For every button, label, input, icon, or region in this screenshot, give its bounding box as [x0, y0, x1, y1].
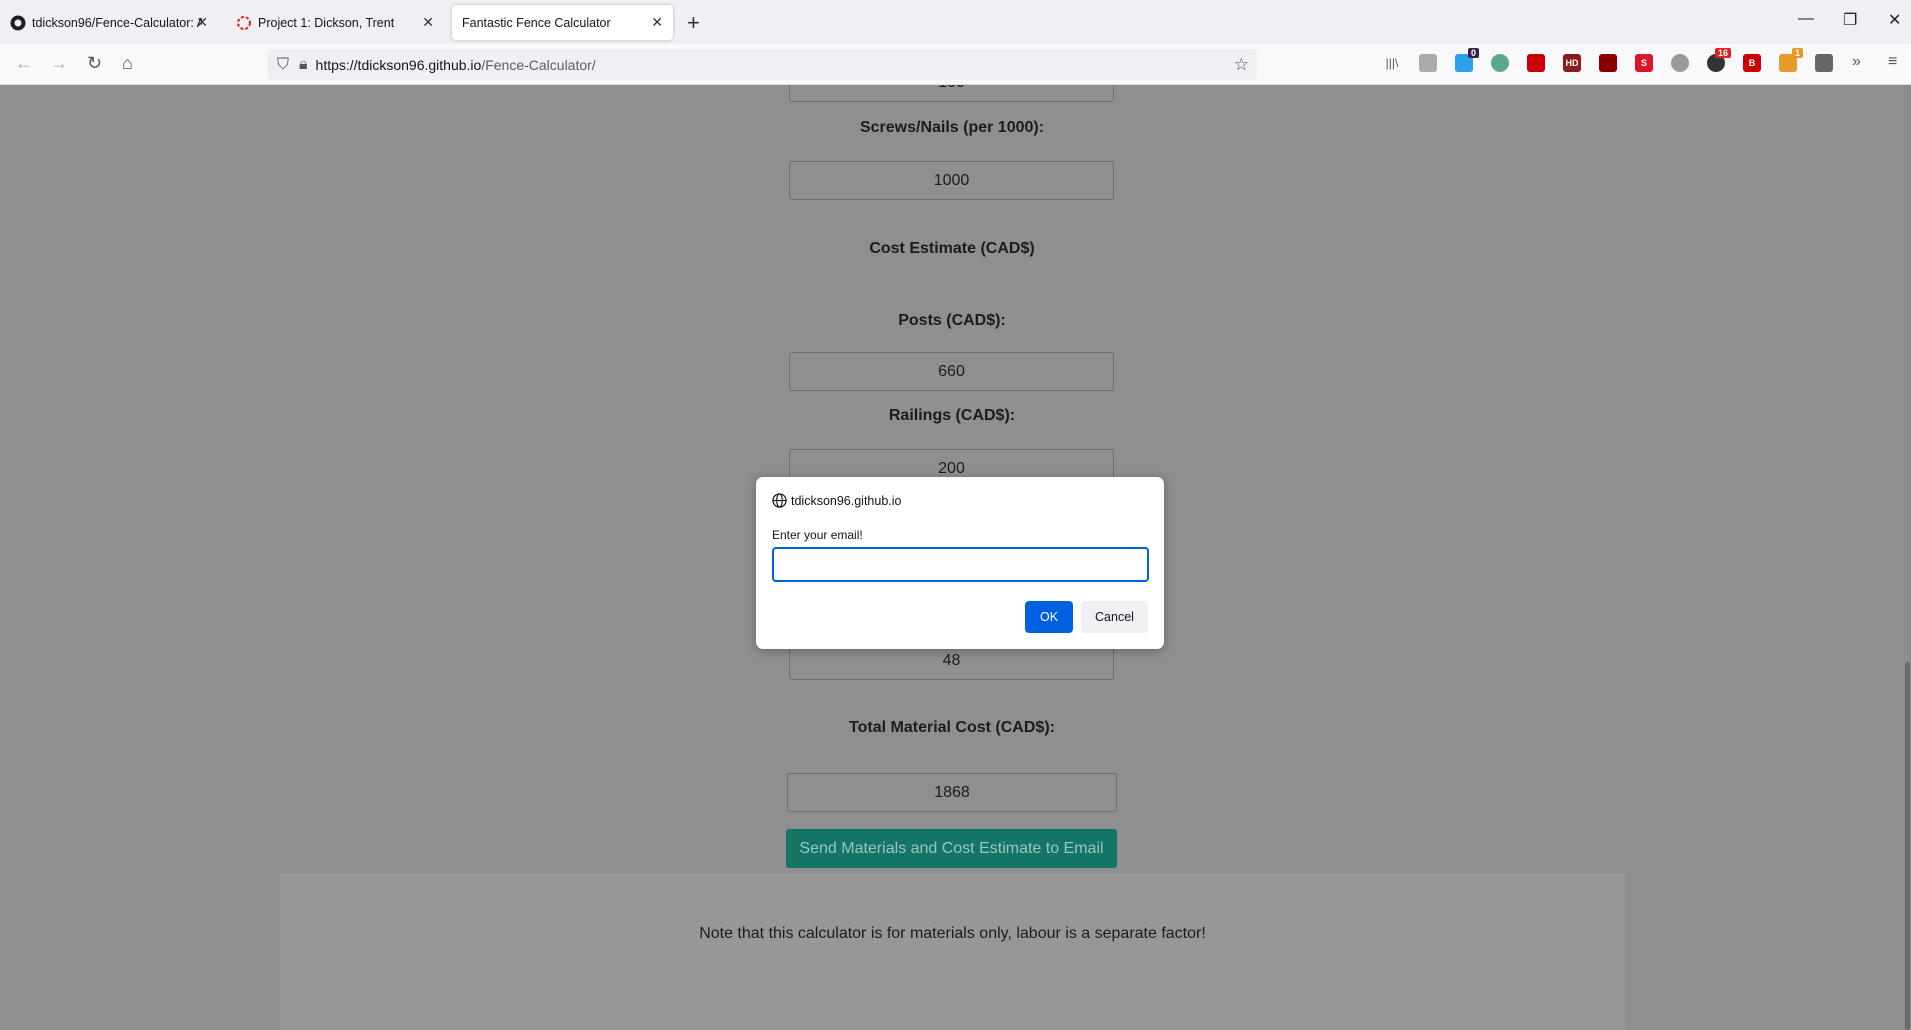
footer: Note that this calculator is for materia…	[280, 873, 1625, 1030]
lock-icon: 🔒︎	[299, 55, 308, 73]
tab-bar: tdickson96/Fence-Calculator: A ✕ Project…	[0, 0, 1911, 44]
extension-text: HD	[1565, 58, 1579, 68]
total-label: Total Material Cost (CAD$):	[849, 719, 1055, 736]
home-button[interactable]: ⌂	[122, 53, 133, 74]
hd-extension-icon[interactable]: HD	[1563, 54, 1581, 72]
menu-icon[interactable]: ≡	[1888, 53, 1897, 71]
url-text: https://tdickson96.github.io/Fence-Calcu…	[315, 56, 596, 73]
send-email-button[interactable]: Send Materials and Cost Estimate to Emai…	[786, 829, 1117, 868]
extension-badge: 0	[1467, 48, 1479, 58]
extension-text: B	[1748, 58, 1756, 68]
back-button[interactable]: ←	[15, 53, 33, 74]
email-input[interactable]	[772, 547, 1149, 582]
scrollbar-thumb[interactable]	[1905, 662, 1910, 1030]
ublock-icon[interactable]	[1599, 54, 1617, 72]
green-circle-extension-icon[interactable]	[1491, 54, 1509, 72]
library-icon[interactable]: |||\	[1383, 54, 1401, 72]
reload-button[interactable]: ↻	[87, 53, 102, 74]
tab-label: Fantastic Fence Calculator	[462, 15, 611, 30]
tab-project[interactable]: Project 1: Dickson, Trent ✕	[226, 5, 444, 40]
scrollbar[interactable]	[1904, 85, 1911, 1030]
nav-toolbar: ← → ↻ ⌂ ⛉ 🔒︎ https://tdickson96.github.i…	[0, 44, 1911, 85]
globe-icon	[772, 493, 787, 508]
shield-icon: ⛉	[277, 55, 290, 73]
b-extension-icon[interactable]: B	[1743, 54, 1761, 72]
s-extension-icon[interactable]: S	[1635, 54, 1653, 72]
ok-button[interactable]: OK	[1025, 601, 1073, 633]
dialog-origin: tdickson96.github.io	[772, 493, 902, 508]
extension-badge: 1	[1791, 48, 1803, 58]
close-tab-icon[interactable]: ✕	[422, 14, 434, 31]
wand-extension-icon[interactable]	[1527, 54, 1545, 72]
mask-extension-icon[interactable]: 16	[1707, 48, 1731, 72]
github-icon	[10, 15, 26, 31]
cancel-button[interactable]: Cancel	[1081, 601, 1148, 633]
close-tab-icon[interactable]: ✕	[196, 14, 208, 31]
minimize-button[interactable]: —	[1798, 10, 1814, 28]
tab-github[interactable]: tdickson96/Fence-Calculator: A ✕	[0, 5, 218, 40]
footer-note: Note that this calculator is for materia…	[699, 925, 1206, 942]
partial-field[interactable]: 100	[789, 85, 1114, 102]
prompt-dialog: tdickson96.github.io Enter your email! O…	[756, 477, 1164, 649]
loading-ring-icon	[236, 15, 252, 31]
dialog-host: tdickson96.github.io	[791, 493, 902, 508]
restore-button[interactable]: ❐	[1843, 10, 1857, 30]
cost-estimate-heading: Cost Estimate (CAD$)	[869, 240, 1035, 257]
extension-text: S	[1640, 58, 1647, 68]
tab-label: tdickson96/Fence-Calculator: A	[32, 15, 202, 30]
k-extension-icon[interactable]	[1419, 54, 1437, 72]
tab-label: Project 1: Dickson, Trent	[258, 15, 395, 30]
posts-field[interactable]: 660	[789, 352, 1114, 391]
ghost-extension-icon[interactable]: 0	[1455, 48, 1479, 72]
railings-label: Railings (CAD$):	[888, 407, 1016, 424]
overflow-chevron-icon[interactable]: »	[1852, 53, 1861, 71]
tab-fence-calculator[interactable]: Fantastic Fence Calculator ✕	[452, 5, 673, 40]
bookmark-star-icon[interactable]: ☆	[1234, 55, 1249, 75]
bitwarden-icon[interactable]	[1815, 54, 1833, 72]
screws-label: Screws/Nails (per 1000):	[859, 119, 1045, 136]
badger-extension-icon[interactable]: 1	[1779, 48, 1803, 72]
gray-circle-extension-icon[interactable]	[1671, 54, 1689, 72]
close-tab-icon[interactable]: ✕	[651, 14, 663, 31]
new-tab-button[interactable]: +	[687, 10, 700, 36]
url-bar[interactable]: ⛉ 🔒︎ https://tdickson96.github.io/Fence-…	[267, 49, 1257, 80]
close-window-button[interactable]: ✕	[1888, 10, 1901, 30]
forward-button[interactable]: →	[50, 53, 68, 74]
posts-label: Posts (CAD$):	[898, 312, 1006, 329]
screws-field[interactable]: 1000	[789, 161, 1114, 200]
extension-badge: 16	[1714, 48, 1731, 58]
total-field[interactable]: 1868	[787, 773, 1117, 812]
dialog-label: Enter your email!	[772, 528, 863, 542]
